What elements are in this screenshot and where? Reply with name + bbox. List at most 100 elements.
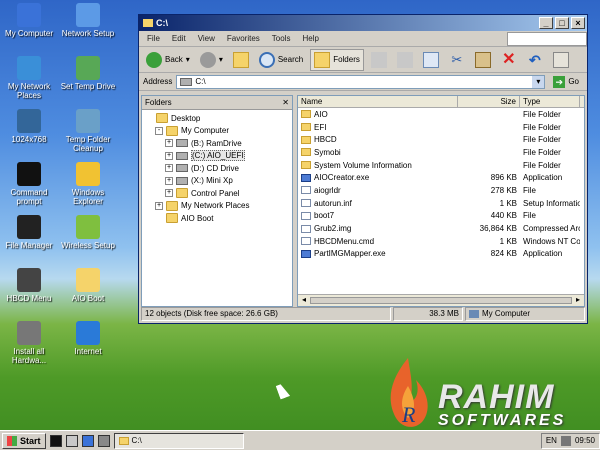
back-button[interactable]: Back ▾ — [143, 50, 193, 70]
desktop-icon-ie[interactable]: Internet — [60, 321, 116, 356]
folders-title: Folders — [145, 98, 172, 107]
tree-item[interactable]: + Control Panel — [142, 187, 292, 200]
network-tray-icon[interactable] — [560, 435, 571, 446]
desktop-icon-recycle[interactable]: Temp Folder Cleanup — [60, 109, 116, 153]
file-row[interactable]: HBCD File Folder — [298, 133, 584, 146]
paste-button[interactable] — [472, 50, 494, 70]
file-row[interactable]: AIO File Folder — [298, 108, 584, 121]
folders-header: Folders ✕ — [142, 96, 292, 110]
copy-to-button[interactable] — [394, 50, 416, 70]
taskbar-item-explorer[interactable]: C:\ — [113, 432, 244, 449]
forward-button[interactable]: ▾ — [197, 50, 226, 70]
file-row[interactable]: EFI File Folder — [298, 121, 584, 134]
expand-toggle-icon[interactable]: + — [165, 189, 173, 198]
file-row[interactable]: HBCDMenu.cmd 1 KB Windows NT Cor — [298, 235, 584, 248]
tree-item[interactable]: + (X:) Mini Xp — [142, 175, 292, 188]
tree-item[interactable]: + (D:) CD Drive — [142, 162, 292, 175]
quicklaunch-desktop-icon[interactable] — [81, 434, 94, 447]
file-row[interactable]: autorun.inf 1 KB Setup Information — [298, 197, 584, 210]
menu-help[interactable]: Help — [302, 34, 318, 43]
close-icon[interactable]: ✕ — [282, 98, 289, 107]
file-size: 1 KB — [499, 236, 517, 246]
desktop-icon-explorer[interactable]: Windows Explorer — [60, 162, 116, 206]
menu-view[interactable]: View — [198, 34, 215, 43]
delete-button[interactable]: ✕ — [498, 50, 520, 70]
close-button[interactable]: × — [571, 17, 585, 29]
desktop-icon-computer[interactable]: My Computer — [1, 3, 57, 38]
language-indicator[interactable]: EN — [546, 436, 557, 445]
quicklaunch-tools-icon[interactable] — [97, 434, 110, 447]
folders-button[interactable]: Folders — [310, 48, 364, 71]
undo-button[interactable]: ↶ — [524, 50, 546, 70]
start-button[interactable]: Start — [2, 432, 46, 449]
desktop-icon-network-places[interactable]: My Network Places — [1, 56, 57, 100]
expand-toggle-icon[interactable]: + — [155, 201, 163, 210]
quicklaunch-terminal-icon[interactable] — [49, 434, 62, 447]
views-icon — [552, 51, 569, 68]
tree-item[interactable]: + (C:) AIO_UEFI — [142, 150, 292, 163]
tree-item[interactable]: - My Computer — [142, 125, 292, 138]
desktop-icon-7z[interactable]: File Manager — [1, 215, 57, 250]
file-row[interactable]: boot7 440 KB File — [298, 210, 584, 223]
desktop-icon-terminal[interactable]: Command prompt — [1, 162, 57, 206]
desktop-icon-tools[interactable]: HBCD Menu — [1, 268, 57, 303]
chevron-down-icon[interactable]: ▾ — [532, 75, 545, 88]
desktop-icon-wireless[interactable]: Wireless Setup — [60, 215, 116, 250]
window-title: C:\ — [156, 18, 168, 28]
search-button[interactable]: Search — [256, 50, 306, 70]
desktop-icon-drive[interactable]: Set Temp Drive — [60, 56, 116, 91]
maximize-button[interactable]: □ — [555, 17, 569, 29]
terminal-icon — [17, 162, 41, 186]
tree-item[interactable]: Desktop — [142, 112, 292, 125]
column-size[interactable]: Size — [458, 96, 520, 107]
scroll-right-icon[interactable]: ▸ — [572, 295, 584, 306]
desktop-icon-hardware[interactable]: Install all Hardwa... — [1, 321, 57, 365]
file-row[interactable]: aiogrldr 278 KB File — [298, 184, 584, 197]
address-input[interactable]: C:\ ▾ — [176, 74, 546, 89]
file-row[interactable]: Symobi File Folder — [298, 146, 584, 159]
file-row[interactable]: PartIMGMapper.exe 824 KB Application — [298, 248, 584, 261]
file-name-cell: AIO — [298, 110, 458, 119]
mouse-cursor-icon — [275, 382, 291, 400]
tree-item[interactable]: AIO Boot — [142, 212, 292, 225]
desktop-icon-network[interactable]: Network Setup — [60, 3, 116, 38]
menu-tools[interactable]: Tools — [272, 34, 291, 43]
expand-toggle-icon[interactable]: + — [165, 151, 173, 160]
hardware-icon — [17, 321, 41, 345]
file-row[interactable]: Grub2.img 36,864 KB Compressed Arch — [298, 222, 584, 235]
quicklaunch-explorer-icon[interactable] — [65, 434, 78, 447]
minimize-button[interactable]: _ — [539, 17, 553, 29]
file-icon — [301, 199, 311, 208]
column-name[interactable]: Name — [298, 96, 458, 107]
desktop-icon-label: Install all Hardwa... — [11, 347, 47, 365]
toolbar: Back ▾ ▾ Search Folders ✂ ✕ ↶ — [139, 47, 587, 73]
file-icon — [301, 224, 311, 233]
expand-toggle-icon[interactable]: + — [165, 139, 173, 148]
horizontal-scrollbar[interactable]: ◂ ▸ — [298, 294, 584, 306]
menu-favorites[interactable]: Favorites — [227, 34, 260, 43]
window-titlebar[interactable]: C:\ _ □ × — [139, 15, 587, 31]
column-type[interactable]: Type — [520, 96, 580, 107]
tree-item[interactable]: + (B:) RamDrive — [142, 137, 292, 150]
menu-edit[interactable]: Edit — [172, 34, 186, 43]
up-button[interactable] — [230, 50, 252, 70]
go-button[interactable]: ➔ Go — [549, 75, 583, 88]
file-row[interactable]: AIOCreator.exe 896 KB Application — [298, 171, 584, 184]
cut-button[interactable]: ✂ — [446, 50, 468, 70]
back-arrow-icon — [146, 51, 162, 68]
expand-toggle-icon[interactable]: + — [165, 176, 173, 185]
desktop-icon-folder[interactable]: AIO Boot — [60, 268, 116, 303]
expand-toggle-icon[interactable]: + — [165, 164, 173, 173]
file-size: 278 KB — [490, 185, 517, 195]
views-button[interactable] — [550, 50, 572, 70]
file-icon — [301, 211, 311, 220]
expand-toggle-icon[interactable]: - — [155, 126, 163, 135]
scroll-left-icon[interactable]: ◂ — [298, 295, 310, 306]
scroll-thumb[interactable] — [310, 297, 572, 304]
tree-item[interactable]: + My Network Places — [142, 200, 292, 213]
copy-button[interactable] — [420, 50, 442, 70]
move-to-button[interactable] — [368, 50, 390, 70]
menu-file[interactable]: File — [147, 34, 160, 43]
desktop-icon-monitor[interactable]: 1024x768 — [1, 109, 57, 144]
file-row[interactable]: System Volume Information File Folder — [298, 159, 584, 172]
